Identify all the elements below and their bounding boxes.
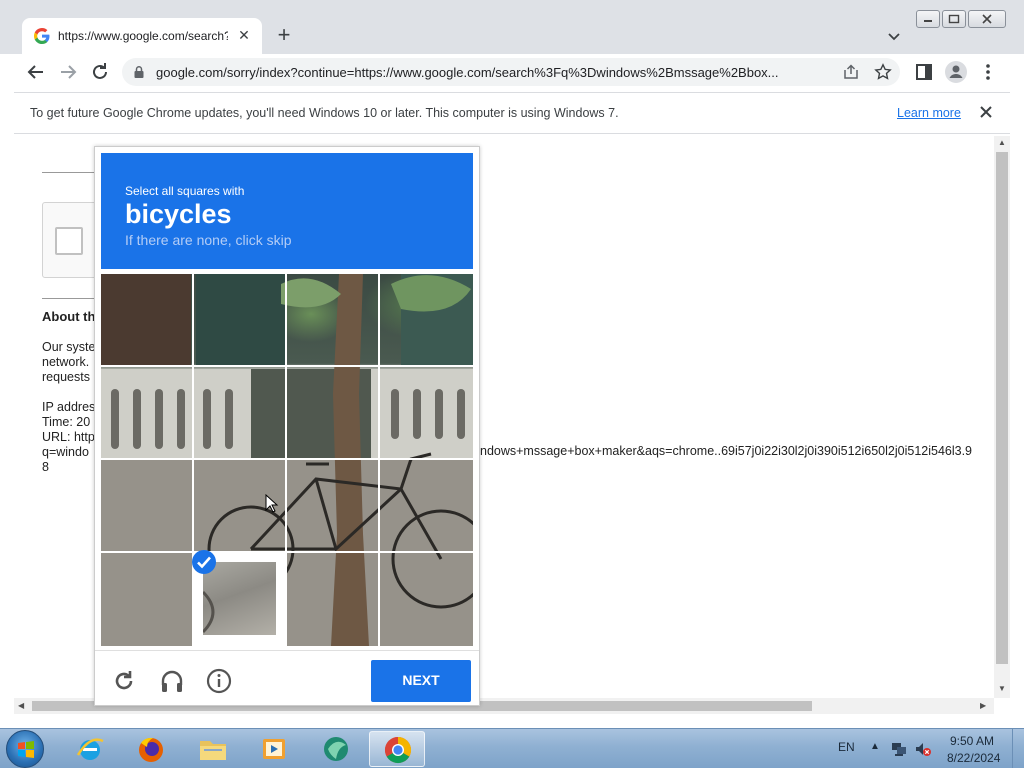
taskbar-app[interactable] [308,731,364,767]
network-icon[interactable] [890,740,908,758]
grid-tile[interactable] [287,460,378,551]
url-tail-text: ndows+mssage+box+maker&aqs=chrome..69i57… [480,444,973,458]
grid-tile[interactable] [287,367,378,458]
browser-toolbar: google.com/sorry/index?continue=https://… [0,54,1024,90]
info-icon[interactable] [206,668,232,694]
clock-date[interactable]: 8/22/2024 [947,751,1000,765]
minimize-button[interactable] [916,10,940,28]
url-text: google.com/sorry/index?continue=https://… [156,65,779,80]
app-icon [324,737,348,761]
close-window-button[interactable] [968,10,1006,28]
body-line: requests [42,370,90,384]
url-line: URL: http [42,430,95,444]
windows-taskbar: EN ▲ 9:50 AM 8/22/2024 [0,728,1024,768]
footer-divider [95,650,479,651]
lock-icon[interactable] [132,65,146,79]
grid-tile[interactable] [194,367,285,458]
address-bar[interactable]: google.com/sorry/index?continue=https://… [122,58,900,86]
firefox-icon [139,737,163,762]
grid-tile[interactable] [101,460,192,551]
challenge-header: Select all squares with bicycles If ther… [101,153,473,269]
grid-tile[interactable] [287,553,378,646]
update-infobar: To get future Google Chrome updates, you… [14,92,1010,134]
refresh-icon[interactable] [111,668,137,694]
challenge-target: bicycles [125,199,232,229]
scroll-left-icon[interactable]: ◀ [18,701,24,710]
side-panel-icon[interactable] [912,60,936,84]
browser-window: https://www.google.com/search? ✕ + googl… [0,0,1024,728]
recaptcha-challenge: Select all squares with bicycles If ther… [94,146,480,706]
tab-search-chevron-down-icon[interactable] [884,26,904,46]
google-favicon [34,28,50,44]
vertical-scrollbar[interactable]: ▲ ▼ [994,136,1010,698]
show-hidden-icons-icon[interactable]: ▲ [870,741,880,752]
grid-tile[interactable] [380,274,473,365]
about-heading: About th [42,309,96,324]
chrome-icon [384,736,412,764]
ie-icon [76,738,104,760]
browser-tab[interactable]: https://www.google.com/search? ✕ [22,18,262,54]
tab-title: https://www.google.com/search? [58,29,228,43]
scroll-right-icon[interactable]: ▶ [980,701,986,710]
scroll-down-icon[interactable]: ▼ [998,684,1006,693]
forward-icon[interactable] [56,60,80,84]
volume-muted-icon[interactable] [914,740,932,758]
share-icon[interactable] [842,63,860,81]
headphones-icon[interactable] [159,668,185,694]
infobar-close-icon[interactable] [976,102,996,122]
mouse-cursor-icon [265,494,279,513]
grid-tile-selected[interactable] [192,550,287,646]
grid-tile[interactable] [380,553,473,646]
challenge-hint: If there are none, click skip [125,232,292,248]
taskbar-media-player[interactable] [246,731,302,767]
tab-strip: https://www.google.com/search? ✕ + [0,0,1024,54]
tab-close-icon[interactable]: ✕ [234,25,254,45]
body-line: network. [42,355,90,369]
taskbar-explorer[interactable] [185,731,241,767]
grid-tile[interactable] [287,274,378,365]
image-grid [101,274,473,646]
grid-tile[interactable] [380,460,473,551]
grid-tile[interactable] [194,274,285,365]
vertical-scroll-thumb[interactable] [996,152,1008,664]
grid-tile[interactable] [101,553,192,646]
learn-more-link[interactable]: Learn more [897,106,961,120]
infobar-message: To get future Google Chrome updates, you… [30,106,619,120]
explorer-icon [200,741,226,760]
ip-line: IP addres [42,400,96,414]
query-line: q=windo [42,445,89,459]
maximize-button[interactable] [942,10,966,28]
grid-tile[interactable] [380,367,473,458]
language-indicator[interactable]: EN [838,740,855,754]
menu-icon[interactable] [976,60,1000,84]
grid-tile[interactable] [101,274,192,365]
reload-icon[interactable] [88,60,112,84]
time-line: Time: 20 [42,415,91,429]
last-line: 8 [42,460,49,474]
clock-time[interactable]: 9:50 AM [950,734,994,748]
grid-tile[interactable] [101,367,192,458]
show-desktop-button[interactable] [1012,729,1024,768]
new-tab-plus-icon[interactable]: + [272,24,296,48]
next-button[interactable]: NEXT [371,660,471,702]
checkmark-icon [192,550,216,574]
back-icon[interactable] [24,60,48,84]
taskbar-firefox[interactable] [123,731,179,767]
body-line: Our syste [42,340,96,354]
windows-start-icon[interactable] [6,730,44,768]
star-icon[interactable] [874,63,892,81]
taskbar-chrome[interactable] [369,731,425,767]
divider [42,298,102,299]
scroll-up-icon[interactable]: ▲ [998,138,1006,147]
challenge-instruction: Select all squares with [125,184,245,198]
profile-icon[interactable] [944,60,968,84]
divider [42,172,102,173]
recaptcha-checkbox[interactable] [55,227,83,255]
recaptcha-widget [42,202,102,278]
media-icon [263,739,285,759]
taskbar-ie[interactable] [62,731,118,767]
